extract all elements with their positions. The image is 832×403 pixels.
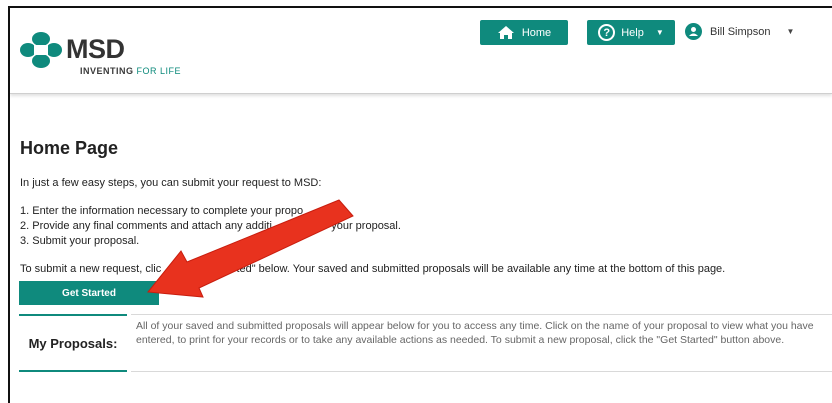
home-button-label: Home — [521, 26, 552, 39]
my-proposals-label: My Proposals: — [19, 314, 127, 372]
my-proposals-description: All of your saved and submitted proposal… — [131, 314, 832, 372]
chevron-down-icon: ▼ — [655, 28, 664, 37]
logo-tagline: INVENTING FOR LIFE — [80, 66, 182, 76]
page-title: Home Page — [20, 138, 119, 158]
site-header: MSD INVENTING FOR LIFE Home ? Help ▼ Bil… — [10, 8, 832, 94]
logo-text: MSD — [66, 34, 125, 64]
user-icon — [685, 23, 702, 40]
steps-list: 1. Enter the information necessary to co… — [20, 204, 401, 249]
step-item: 1. Enter the information necessary to co… — [20, 205, 304, 217]
step-item: 2. Provide any final comments and attach… — [20, 220, 401, 232]
home-button[interactable]: Home — [480, 20, 568, 45]
step-item: 3. Submit your proposal. — [20, 235, 140, 247]
user-menu[interactable]: Bill Simpson ▼ — [685, 23, 794, 40]
help-button[interactable]: ? Help ▼ — [587, 20, 675, 45]
chevron-down-icon: ▼ — [786, 27, 795, 36]
home-icon — [497, 26, 514, 39]
submit-note: To submit a new request, clic et Started… — [20, 263, 726, 275]
user-name: Bill Simpson — [710, 25, 771, 38]
intro-text: In just a few easy steps, you can submit… — [20, 177, 322, 189]
msd-logo-mark-icon — [20, 32, 62, 68]
help-button-label: Help — [621, 26, 644, 39]
help-icon: ? — [598, 24, 616, 41]
get-started-button[interactable]: Get Started — [19, 281, 159, 305]
